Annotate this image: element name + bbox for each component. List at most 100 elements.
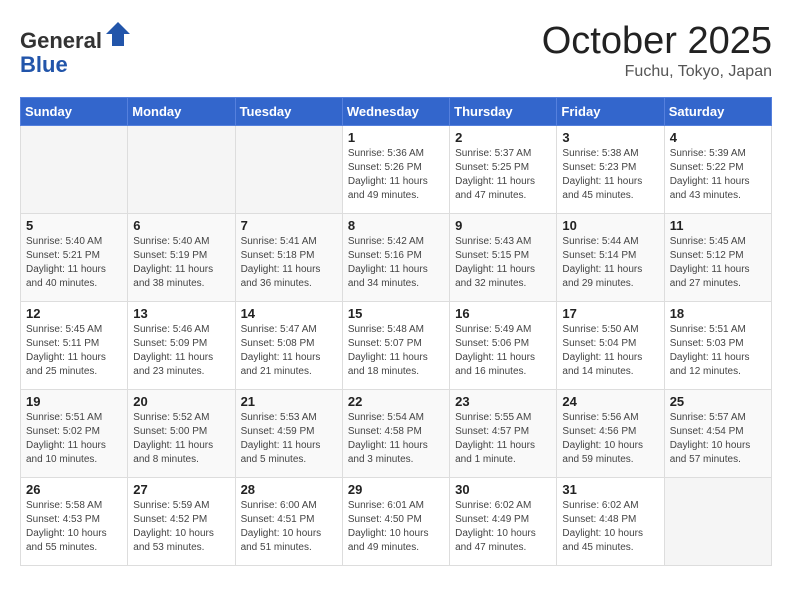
calendar-cell: 26 Sunrise: 5:58 AM Sunset: 4:53 PM Dayli… xyxy=(21,478,128,566)
day-number: 31 xyxy=(562,482,658,497)
day-number: 8 xyxy=(348,218,444,233)
calendar-cell: 30 Sunrise: 6:02 AM Sunset: 4:49 PM Dayli… xyxy=(450,478,557,566)
day-number: 1 xyxy=(348,130,444,145)
day-info: Sunrise: 5:37 AM Sunset: 5:25 PM Dayligh… xyxy=(455,147,551,203)
calendar-cell: 8Sunrise: 5:42 AM Sunset: 5:16 PM Daylig… xyxy=(342,214,449,302)
calendar-cell: 20 Sunrise: 5:52 AM Sunset: 5:00 PM Dayli… xyxy=(128,390,235,478)
day-number: 28 xyxy=(241,482,337,497)
day-info: Sunrise: 5:45 AM Sunset: 5:12 PM Dayligh… xyxy=(670,235,766,291)
calendar-cell: 23Sunrise: 5:55 AM Sunset: 4:57 PM Dayli… xyxy=(450,390,557,478)
calendar-week-2: 5 Sunrise: 5:40 AM Sunset: 5:21 PM Daylig… xyxy=(21,214,772,302)
day-info: Sunrise: 5:38 AM Sunset: 5:23 PM Dayligh… xyxy=(562,147,658,203)
calendar-cell: 4 Sunrise: 5:39 AM Sunset: 5:22 PM Daylig… xyxy=(664,126,771,214)
day-number: 18 xyxy=(670,306,766,321)
location: Fuchu, Tokyo, Japan xyxy=(542,63,772,81)
calendar-week-5: 26 Sunrise: 5:58 AM Sunset: 4:53 PM Dayli… xyxy=(21,478,772,566)
calendar-cell: 31 Sunrise: 6:02 AM Sunset: 4:48 PM Dayli… xyxy=(557,478,664,566)
day-number: 30 xyxy=(455,482,551,497)
day-info: Sunrise: 5:49 AM Sunset: 5:06 PM Dayligh… xyxy=(455,323,551,379)
calendar-cell: 14Sunrise: 5:47 AM Sunset: 5:08 PM Dayli… xyxy=(235,302,342,390)
logo-icon xyxy=(104,20,132,48)
day-info: Sunrise: 6:01 AM Sunset: 4:50 PM Dayligh… xyxy=(348,499,444,555)
calendar-cell: 5 Sunrise: 5:40 AM Sunset: 5:21 PM Daylig… xyxy=(21,214,128,302)
day-info: Sunrise: 5:45 AM Sunset: 5:11 PM Dayligh… xyxy=(26,323,122,379)
day-info: Sunrise: 5:50 AM Sunset: 5:04 PM Dayligh… xyxy=(562,323,658,379)
calendar-cell: 10Sunrise: 5:44 AM Sunset: 5:14 PM Dayli… xyxy=(557,214,664,302)
calendar-cell: 19 Sunrise: 5:51 AM Sunset: 5:02 PM Dayli… xyxy=(21,390,128,478)
day-info: Sunrise: 5:43 AM Sunset: 5:15 PM Dayligh… xyxy=(455,235,551,291)
calendar-cell: 17 Sunrise: 5:50 AM Sunset: 5:04 PM Dayli… xyxy=(557,302,664,390)
day-number: 5 xyxy=(26,218,122,233)
day-info: Sunrise: 5:48 AM Sunset: 5:07 PM Dayligh… xyxy=(348,323,444,379)
day-info: Sunrise: 5:46 AM Sunset: 5:09 PM Dayligh… xyxy=(133,323,229,379)
day-number: 24 xyxy=(562,394,658,409)
calendar-cell xyxy=(664,478,771,566)
weekday-header-monday: Monday xyxy=(128,98,235,126)
day-number: 21 xyxy=(241,394,337,409)
day-info: Sunrise: 5:58 AM Sunset: 4:53 PM Dayligh… xyxy=(26,499,122,555)
calendar-cell: 3 Sunrise: 5:38 AM Sunset: 5:23 PM Daylig… xyxy=(557,126,664,214)
weekday-header-wednesday: Wednesday xyxy=(342,98,449,126)
calendar-cell: 15 Sunrise: 5:48 AM Sunset: 5:07 PM Dayli… xyxy=(342,302,449,390)
day-number: 20 xyxy=(133,394,229,409)
day-number: 2 xyxy=(455,130,551,145)
title-block: October 2025 Fuchu, Tokyo, Japan xyxy=(542,20,772,81)
day-number: 3 xyxy=(562,130,658,145)
day-number: 10 xyxy=(562,218,658,233)
day-number: 23 xyxy=(455,394,551,409)
calendar-cell: 28 Sunrise: 6:00 AM Sunset: 4:51 PM Dayli… xyxy=(235,478,342,566)
calendar-cell xyxy=(235,126,342,214)
day-number: 29 xyxy=(348,482,444,497)
calendar-cell: 16 Sunrise: 5:49 AM Sunset: 5:06 PM Dayli… xyxy=(450,302,557,390)
day-number: 9 xyxy=(455,218,551,233)
day-info: Sunrise: 6:02 AM Sunset: 4:49 PM Dayligh… xyxy=(455,499,551,555)
calendar-cell: 21Sunrise: 5:53 AM Sunset: 4:59 PM Dayli… xyxy=(235,390,342,478)
day-info: Sunrise: 5:40 AM Sunset: 5:19 PM Dayligh… xyxy=(133,235,229,291)
day-number: 15 xyxy=(348,306,444,321)
logo: General Blue xyxy=(20,20,132,77)
day-number: 17 xyxy=(562,306,658,321)
day-info: Sunrise: 5:40 AM Sunset: 5:21 PM Dayligh… xyxy=(26,235,122,291)
logo-general-text: General xyxy=(20,28,102,53)
day-info: Sunrise: 5:54 AM Sunset: 4:58 PM Dayligh… xyxy=(348,411,444,467)
day-number: 7 xyxy=(241,218,337,233)
day-number: 12 xyxy=(26,306,122,321)
day-info: Sunrise: 5:39 AM Sunset: 5:22 PM Dayligh… xyxy=(670,147,766,203)
calendar-week-1: 1 Sunrise: 5:36 AM Sunset: 5:26 PM Daylig… xyxy=(21,126,772,214)
day-number: 27 xyxy=(133,482,229,497)
calendar-cell: 7Sunrise: 5:41 AM Sunset: 5:18 PM Daylig… xyxy=(235,214,342,302)
weekday-header-tuesday: Tuesday xyxy=(235,98,342,126)
day-info: Sunrise: 6:02 AM Sunset: 4:48 PM Dayligh… xyxy=(562,499,658,555)
calendar-cell: 13Sunrise: 5:46 AM Sunset: 5:09 PM Dayli… xyxy=(128,302,235,390)
calendar-cell xyxy=(21,126,128,214)
logo-blue-text: Blue xyxy=(20,52,68,77)
weekday-header-sunday: Sunday xyxy=(21,98,128,126)
day-number: 16 xyxy=(455,306,551,321)
weekday-header-row: SundayMondayTuesdayWednesdayThursdayFrid… xyxy=(21,98,772,126)
day-number: 19 xyxy=(26,394,122,409)
day-number: 11 xyxy=(670,218,766,233)
calendar-cell: 25 Sunrise: 5:57 AM Sunset: 4:54 PM Dayli… xyxy=(664,390,771,478)
month-title: October 2025 xyxy=(542,20,772,63)
day-number: 4 xyxy=(670,130,766,145)
day-info: Sunrise: 5:36 AM Sunset: 5:26 PM Dayligh… xyxy=(348,147,444,203)
weekday-header-thursday: Thursday xyxy=(450,98,557,126)
calendar-week-4: 19 Sunrise: 5:51 AM Sunset: 5:02 PM Dayli… xyxy=(21,390,772,478)
calendar-cell: 27 Sunrise: 5:59 AM Sunset: 4:52 PM Dayli… xyxy=(128,478,235,566)
calendar-cell: 2 Sunrise: 5:37 AM Sunset: 5:25 PM Daylig… xyxy=(450,126,557,214)
day-info: Sunrise: 5:51 AM Sunset: 5:02 PM Dayligh… xyxy=(26,411,122,467)
day-info: Sunrise: 5:57 AM Sunset: 4:54 PM Dayligh… xyxy=(670,411,766,467)
day-info: Sunrise: 5:59 AM Sunset: 4:52 PM Dayligh… xyxy=(133,499,229,555)
day-number: 25 xyxy=(670,394,766,409)
calendar-cell: 6Sunrise: 5:40 AM Sunset: 5:19 PM Daylig… xyxy=(128,214,235,302)
day-number: 26 xyxy=(26,482,122,497)
day-info: Sunrise: 5:51 AM Sunset: 5:03 PM Dayligh… xyxy=(670,323,766,379)
calendar-cell: 22 Sunrise: 5:54 AM Sunset: 4:58 PM Dayli… xyxy=(342,390,449,478)
weekday-header-saturday: Saturday xyxy=(664,98,771,126)
calendar-cell: 12 Sunrise: 5:45 AM Sunset: 5:11 PM Dayli… xyxy=(21,302,128,390)
day-info: Sunrise: 5:52 AM Sunset: 5:00 PM Dayligh… xyxy=(133,411,229,467)
weekday-header-friday: Friday xyxy=(557,98,664,126)
day-number: 22 xyxy=(348,394,444,409)
day-info: Sunrise: 6:00 AM Sunset: 4:51 PM Dayligh… xyxy=(241,499,337,555)
page-header: General Blue October 2025 Fuchu, Tokyo, … xyxy=(20,20,772,81)
